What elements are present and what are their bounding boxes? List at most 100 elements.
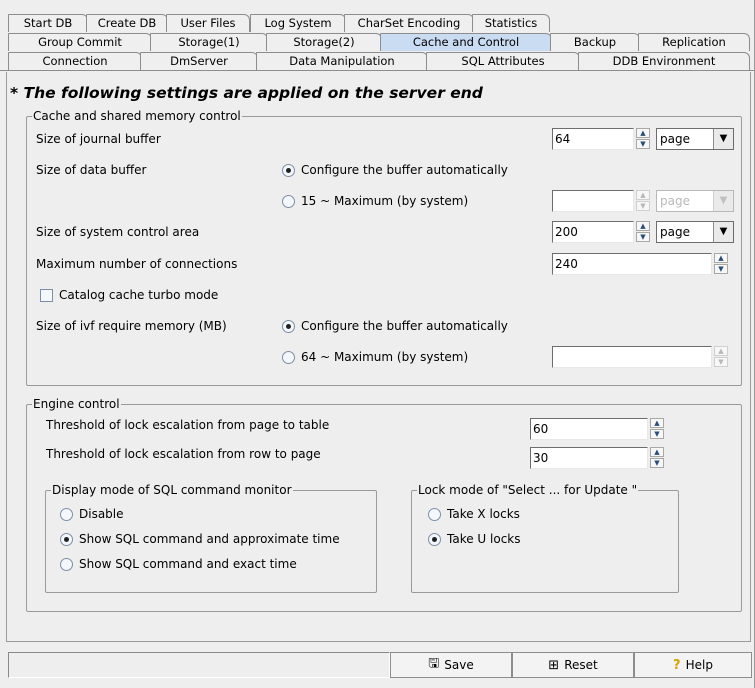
tab-ddb-environment[interactable]: DDB Environment xyxy=(578,52,750,70)
page-to-table-label: Threshold of lock escalation from page t… xyxy=(46,418,330,432)
spin-up-icon[interactable]: ▲ xyxy=(636,128,650,138)
spin-down-icon[interactable]: ▼ xyxy=(650,458,664,468)
ivf-range-radio[interactable]: 64 ~ Maximum (by system) xyxy=(282,350,468,364)
tab-start-db[interactable]: Start DB xyxy=(8,14,88,32)
tab-storage-2[interactable]: Storage(2) xyxy=(266,33,382,51)
tab-replication[interactable]: Replication xyxy=(638,33,750,51)
max-connections-label: Maximum number of connections xyxy=(36,257,238,271)
help-button-label: Help xyxy=(685,658,713,672)
tab-user-files[interactable]: User Files xyxy=(166,14,250,32)
spin-down-icon[interactable]: ▼ xyxy=(636,139,650,149)
monitor-exact-label: Show SQL command and exact time xyxy=(79,557,297,571)
monitor-approximate-radio[interactable]: Show SQL command and approximate time xyxy=(60,532,340,546)
ivf-range-label: 64 ~ Maximum (by system) xyxy=(301,350,469,364)
spin-up-icon[interactable]: ▲ xyxy=(714,253,728,263)
radio-selected-icon[interactable] xyxy=(282,319,295,333)
radio-unselected-icon[interactable] xyxy=(282,350,295,364)
tab-dmserver[interactable]: DmServer xyxy=(140,52,258,70)
max-connections-spinner[interactable]: ▲ ▼ xyxy=(712,253,730,275)
lock-x-radio[interactable]: Take X locks xyxy=(428,507,520,521)
lock-x-label: Take X locks xyxy=(447,507,520,521)
tab-sql-attributes[interactable]: SQL Attributes xyxy=(426,52,580,70)
tab-cache-and-control[interactable]: Cache and Control xyxy=(380,33,552,51)
tab-log-system[interactable]: Log System xyxy=(250,14,346,32)
spin-down-icon[interactable]: ▼ xyxy=(714,357,728,367)
system-control-area-spinner[interactable]: ▲ ▼ xyxy=(634,221,652,243)
tab-statistics[interactable]: Statistics xyxy=(472,14,550,32)
data-buffer-input[interactable] xyxy=(552,190,634,212)
save-button-label: Save xyxy=(444,658,474,672)
lock-mode-legend: Lock mode of "Select ... for Update " xyxy=(417,483,639,497)
chevron-down-icon[interactable]: ▼ xyxy=(713,129,733,149)
spin-down-icon[interactable]: ▼ xyxy=(636,201,650,211)
monitor-approximate-label: Show SQL command and approximate time xyxy=(79,532,340,546)
checkbox-unchecked-icon[interactable] xyxy=(40,288,53,302)
data-buffer-spinner[interactable]: ▲ ▼ xyxy=(634,190,652,212)
monitor-disable-label: Disable xyxy=(79,507,124,521)
journal-buffer-unit-select[interactable]: page ▼ xyxy=(656,128,734,150)
tab-connection[interactable]: Connection xyxy=(8,52,142,70)
data-buffer-range-radio[interactable]: 15 ~ Maximum (by system) xyxy=(282,194,468,208)
journal-buffer-unit-value: page xyxy=(660,132,690,146)
radio-selected-icon[interactable] xyxy=(428,532,441,546)
catalog-cache-turbo-checkbox[interactable]: Catalog cache turbo mode xyxy=(40,288,218,302)
row-to-page-input[interactable]: 30 xyxy=(530,447,648,469)
tab-group-commit[interactable]: Group Commit xyxy=(8,33,152,51)
row-to-page-spinner[interactable]: ▲ ▼ xyxy=(648,447,666,469)
spin-down-icon[interactable]: ▼ xyxy=(636,232,650,242)
monitor-exact-radio[interactable]: Show SQL command and exact time xyxy=(60,557,297,571)
monitor-disable-radio[interactable]: Disable xyxy=(60,507,124,521)
radio-unselected-icon[interactable] xyxy=(428,507,441,521)
data-buffer-unit-select[interactable]: page ▼ xyxy=(656,190,734,212)
radio-unselected-icon[interactable] xyxy=(282,194,295,208)
tab-storage-1[interactable]: Storage(1) xyxy=(150,33,268,51)
chevron-down-icon[interactable]: ▼ xyxy=(713,191,733,211)
spin-up-icon[interactable]: ▲ xyxy=(650,447,664,457)
chevron-down-icon[interactable]: ▼ xyxy=(713,222,733,242)
status-bar xyxy=(8,652,390,678)
max-connections-input[interactable]: 240 xyxy=(552,253,712,275)
spin-up-icon[interactable]: ▲ xyxy=(636,221,650,231)
ivf-memory-spinner[interactable]: ▲ ▼ xyxy=(712,346,730,368)
sql-monitor-legend: Display mode of SQL command monitor xyxy=(51,483,293,497)
page-to-table-input[interactable]: 60 xyxy=(530,418,648,440)
help-button[interactable]: ? Help xyxy=(634,652,752,678)
cache-group-legend: Cache and shared memory control xyxy=(32,109,242,123)
ivf-memory-input[interactable] xyxy=(552,346,712,368)
radio-selected-icon[interactable] xyxy=(282,163,295,177)
save-button[interactable]: 🖫 Save xyxy=(390,652,512,678)
reset-button[interactable]: ⊞ Reset xyxy=(512,652,634,678)
system-control-area-input[interactable]: 200 xyxy=(552,221,634,243)
tab-create-db[interactable]: Create DB xyxy=(86,14,168,32)
tab-separator xyxy=(0,70,754,71)
spin-down-icon[interactable]: ▼ xyxy=(714,264,728,274)
catalog-cache-turbo-label: Catalog cache turbo mode xyxy=(59,288,219,302)
question-mark-icon: ? xyxy=(673,657,681,673)
ivf-auto-label: Configure the buffer automatically xyxy=(301,319,508,333)
system-control-area-unit-select[interactable]: page ▼ xyxy=(656,221,734,243)
lock-u-label: Take U locks xyxy=(447,532,521,546)
radio-selected-icon[interactable] xyxy=(60,532,73,546)
ivf-auto-radio[interactable]: Configure the buffer automatically xyxy=(282,319,508,333)
spin-up-icon[interactable]: ▲ xyxy=(636,190,650,200)
radio-unselected-icon[interactable] xyxy=(60,507,73,521)
tab-backup[interactable]: Backup xyxy=(550,33,640,51)
data-buffer-unit-value: page xyxy=(660,194,690,208)
journal-buffer-input[interactable]: 64 xyxy=(552,128,634,150)
row-to-page-label: Threshold of lock escalation from row to… xyxy=(46,447,321,461)
reset-icon: ⊞ xyxy=(548,657,560,673)
tab-charset-encoding[interactable]: CharSet Encoding xyxy=(344,14,474,32)
page-to-table-spinner[interactable]: ▲ ▼ xyxy=(648,418,666,440)
ivf-memory-label: Size of ivf require memory (MB) xyxy=(36,319,227,333)
tab-data-manipulation[interactable]: Data Manipulation xyxy=(256,52,428,70)
spin-down-icon[interactable]: ▼ xyxy=(650,429,664,439)
radio-unselected-icon[interactable] xyxy=(60,557,73,571)
server-settings-banner: * The following settings are applied on … xyxy=(10,84,483,102)
journal-buffer-spinner[interactable]: ▲ ▼ xyxy=(634,128,652,150)
lock-u-radio[interactable]: Take U locks xyxy=(428,532,521,546)
data-buffer-auto-radio[interactable]: Configure the buffer automatically xyxy=(282,163,508,177)
data-buffer-range-label: 15 ~ Maximum (by system) xyxy=(301,194,469,208)
spin-up-icon[interactable]: ▲ xyxy=(714,346,728,356)
system-control-area-unit-value: page xyxy=(660,225,690,239)
spin-up-icon[interactable]: ▲ xyxy=(650,418,664,428)
